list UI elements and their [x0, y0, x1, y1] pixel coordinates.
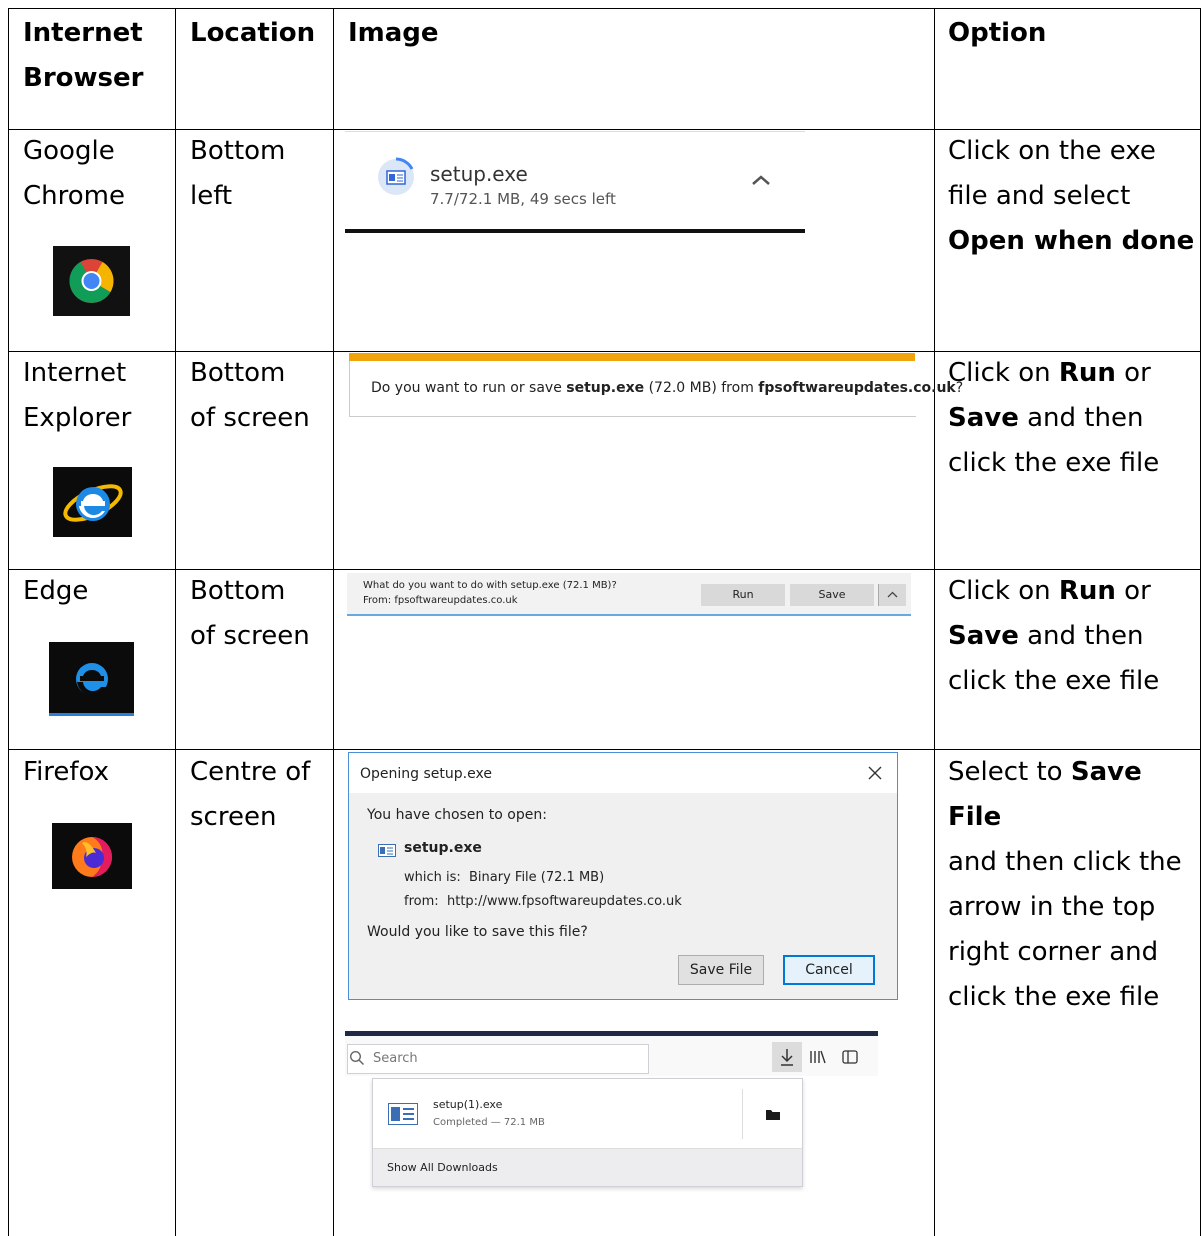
chrome-download-shelf: setup.exe 7.7/72.1 MB, 49 secs left	[345, 131, 805, 232]
header-option: Option	[948, 18, 1047, 48]
edge-bar-question: What do you want to do with setup.exe (7…	[363, 580, 617, 591]
option-bold: Open when done	[948, 226, 1195, 256]
chrome-logo	[53, 246, 130, 316]
dialog-from-label: from:	[404, 894, 439, 909]
download-status: Completed — 72.1 MB	[433, 1117, 545, 1128]
ie-accent-stripe	[349, 353, 915, 361]
divider	[742, 1089, 743, 1139]
close-icon[interactable]	[865, 763, 885, 783]
table-border-top	[8, 8, 1201, 9]
download-list-item[interactable]: setup(1).exe Completed — 72.1 MB	[373, 1079, 743, 1148]
option-bold: Run	[1058, 358, 1116, 388]
search-icon	[349, 1050, 365, 1066]
browser-name-internet-explorer: Internet Explorer	[23, 358, 132, 433]
option-firefox: Select to Save File and then click the a…	[948, 750, 1201, 1020]
option-internet-explorer: Click on Run or Save and then click the …	[948, 351, 1159, 486]
sidebar-icon[interactable]	[841, 1049, 859, 1065]
column-divider	[8, 8, 9, 1236]
dialog-filename: setup.exe	[404, 840, 482, 856]
run-button[interactable]: Run	[701, 584, 785, 606]
ie-message-prefix: Do you want to run or save	[371, 380, 567, 396]
library-icon[interactable]	[809, 1049, 827, 1065]
option-text: and then click the arrow in the top righ…	[948, 847, 1182, 1012]
column-divider	[333, 8, 334, 1236]
edge-bar-source: From: fpsoftwareupdates.co.uk	[363, 595, 518, 606]
header-location: Location	[190, 18, 316, 48]
option-text: Click on	[948, 358, 1059, 388]
option-bold: Run	[1058, 576, 1116, 606]
show-all-downloads-label: Show All Downloads	[387, 1161, 498, 1174]
chevron-up-icon[interactable]	[878, 584, 906, 606]
search-placeholder: Search	[373, 1051, 418, 1066]
option-chrome: Click on the exe file and select Open wh…	[948, 129, 1194, 264]
ie-message-file: setup.exe	[566, 380, 645, 396]
edge-download-bar: What do you want to do with setup.exe (7…	[347, 573, 911, 616]
download-filename[interactable]: setup.exe	[430, 162, 528, 186]
edge-logo	[49, 642, 134, 716]
location-internet-explorer: Bottom of screen	[190, 358, 310, 433]
chevron-up-icon[interactable]	[749, 172, 773, 188]
file-exe-icon	[388, 1103, 418, 1125]
ie-message-size: (72.0 MB) from	[644, 380, 759, 396]
firefox-downloads-panel: setup(1).exe Completed — 72.1 MB Show Al…	[372, 1078, 803, 1187]
download-status: 7.7/72.1 MB, 49 secs left	[430, 190, 616, 208]
download-filename: setup(1).exe	[433, 1098, 503, 1111]
column-divider	[934, 8, 935, 1236]
dialog-question: Would you like to save this file?	[367, 924, 588, 940]
location-chrome: Bottom left	[190, 136, 286, 211]
dialog-chosen-label: You have chosen to open:	[367, 807, 547, 823]
search-input[interactable]: Search	[347, 1044, 649, 1074]
folder-icon[interactable]	[765, 1106, 781, 1120]
show-all-downloads-button[interactable]: Show All Downloads	[373, 1148, 802, 1186]
browser-name-chrome: Google Chrome	[23, 136, 125, 211]
dialog-file-type: Binary File (72.1 MB)	[469, 870, 605, 885]
location-edge: Bottom of screen	[190, 576, 310, 651]
ie-notification-message: Do you want to run or save setup.exe (72…	[371, 380, 963, 396]
option-text: Click on the exe file and select	[948, 136, 1156, 211]
file-exe-icon[interactable]	[376, 157, 416, 197]
browser-name-firefox: Firefox	[23, 757, 110, 787]
save-button[interactable]: Save	[790, 584, 874, 606]
location-firefox: Centre of screen	[190, 757, 311, 832]
option-text: Click on	[948, 576, 1059, 606]
option-text: Select to	[948, 757, 1071, 787]
ie-message-site: fpsoftwareupdates.co.uk	[758, 380, 956, 396]
ie-message-suffix: ?	[955, 380, 964, 396]
firefox-toolbar: Search	[345, 1036, 878, 1076]
browser-name-edge: Edge	[23, 576, 89, 606]
option-text: or	[1124, 358, 1151, 388]
internet-explorer-logo	[53, 467, 132, 537]
save-file-button[interactable]: Save File	[678, 955, 764, 985]
dialog-title: Opening setup.exe	[360, 766, 492, 782]
header-internet-browser: Internet Browser	[23, 18, 144, 93]
dialog-source-url: http://www.fpsoftwareupdates.co.uk	[447, 894, 682, 909]
shelf-bottom-edge	[345, 229, 805, 233]
firefox-logo	[52, 823, 132, 889]
option-text: or	[1124, 576, 1151, 606]
option-bold: Save	[948, 403, 1019, 433]
option-edge: Click on Run or Save and then click the …	[948, 569, 1159, 704]
option-bold: Save	[948, 621, 1019, 651]
column-divider	[175, 8, 176, 1236]
ie-notification-bar: Do you want to run or save setup.exe (72…	[349, 361, 963, 417]
firefox-opening-dialog: Opening setup.exe You have chosen to ope…	[348, 752, 898, 1000]
dialog-which-label: which is:	[404, 870, 461, 885]
file-exe-icon	[378, 842, 396, 857]
download-arrow-icon[interactable]	[772, 1042, 802, 1072]
cancel-button[interactable]: Cancel	[783, 955, 875, 985]
header-image: Image	[348, 18, 439, 48]
